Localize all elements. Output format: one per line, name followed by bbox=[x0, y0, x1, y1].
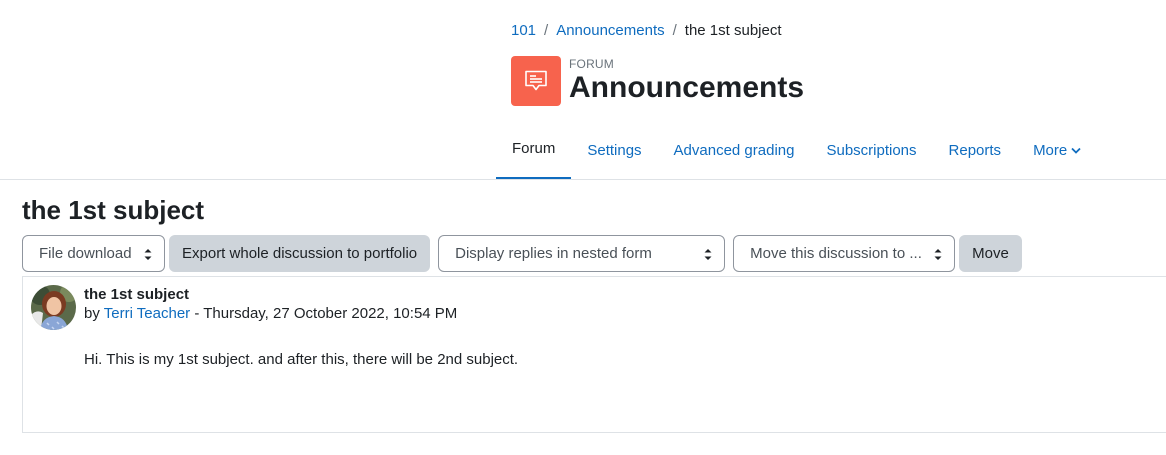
breadcrumb-separator: / bbox=[544, 22, 549, 39]
tabs-divider bbox=[0, 179, 1166, 180]
discussion-controls: File download Export whole discussion to… bbox=[22, 235, 1022, 272]
breadcrumb-current: the 1st subject bbox=[684, 22, 782, 39]
select-arrows-icon bbox=[144, 248, 152, 261]
move-discussion-select-value: Move this discussion to ... bbox=[750, 245, 922, 262]
tab-forum[interactable]: Forum bbox=[496, 120, 572, 180]
post-by-prefix: by bbox=[84, 305, 100, 322]
breadcrumb: 101 / Announcements / the 1st subject bbox=[511, 22, 782, 39]
chevron-down-icon bbox=[1071, 147, 1081, 154]
breadcrumb-separator: / bbox=[672, 22, 677, 39]
post-date: Thursday, 27 October 2022, 10:54 PM bbox=[203, 305, 458, 322]
breadcrumb-link-announcements[interactable]: Announcements bbox=[556, 22, 664, 39]
select-arrows-icon bbox=[934, 248, 942, 261]
post-byline: by Terri Teacher - Thursday, 27 October … bbox=[84, 305, 457, 322]
module-type-label: FORUM bbox=[569, 57, 614, 71]
discussion-title: the 1st subject bbox=[22, 195, 205, 225]
move-discussion-select[interactable]: Move this discussion to ... bbox=[733, 235, 956, 272]
post-author-link[interactable]: Terri Teacher bbox=[104, 305, 190, 322]
tab-subscriptions[interactable]: Subscriptions bbox=[810, 120, 932, 180]
page-title: Announcements bbox=[569, 71, 805, 104]
tab-more[interactable]: More bbox=[1017, 120, 1097, 180]
breadcrumb-link-course[interactable]: 101 bbox=[511, 22, 536, 39]
tab-reports[interactable]: Reports bbox=[933, 120, 1018, 180]
file-download-select-value: File download bbox=[39, 245, 132, 262]
select-arrows-icon bbox=[704, 248, 712, 261]
avatar[interactable] bbox=[31, 285, 76, 330]
display-mode-select-value: Display replies in nested form bbox=[455, 245, 652, 262]
post-subject: the 1st subject bbox=[84, 286, 190, 303]
post-body: Hi. This is my 1st subject. and after th… bbox=[84, 351, 519, 368]
forum-chat-icon bbox=[511, 56, 561, 106]
display-mode-select[interactable]: Display replies in nested form bbox=[438, 235, 726, 272]
tab-settings[interactable]: Settings bbox=[571, 120, 657, 180]
forum-post: the 1st subject by Terri Teacher - Thurs… bbox=[22, 276, 1166, 433]
secondary-navigation: Forum Settings Advanced grading Subscrip… bbox=[496, 120, 1097, 180]
move-button[interactable]: Move bbox=[959, 235, 1022, 272]
file-download-select[interactable]: File download bbox=[22, 235, 165, 272]
export-portfolio-button[interactable]: Export whole discussion to portfolio bbox=[169, 235, 431, 272]
tab-more-label: More bbox=[1033, 141, 1068, 159]
post-date-separator: - bbox=[194, 305, 200, 322]
tab-advanced-grading[interactable]: Advanced grading bbox=[658, 120, 811, 180]
